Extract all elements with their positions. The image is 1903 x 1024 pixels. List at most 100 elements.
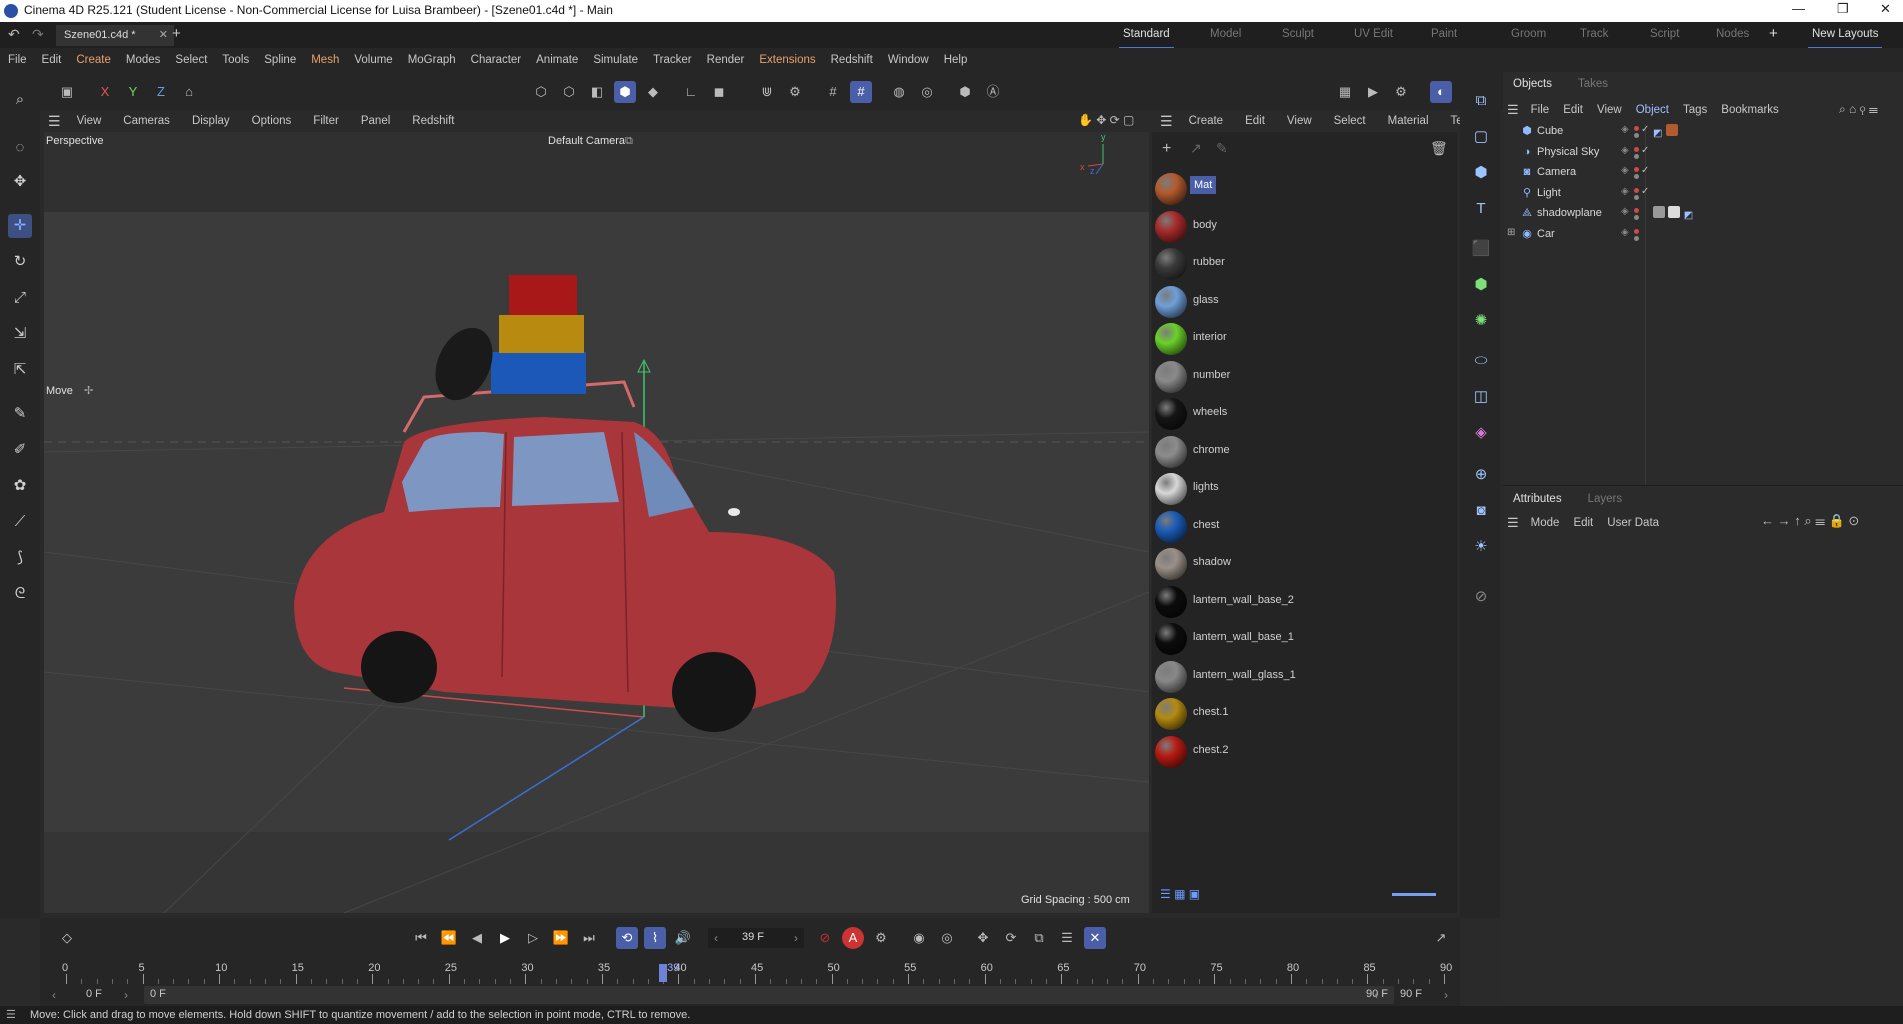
attribute-navigation-icons[interactable]: ← → ↑ ⌕ ☰ 🔒 ⊙: [1761, 513, 1859, 529]
render-visibility-dot[interactable]: [1634, 194, 1639, 200]
camera-link-icon[interactable]: ⧉: [625, 135, 633, 148]
material-item[interactable]: glass: [1152, 283, 1452, 320]
attr-menu-hamburger-icon[interactable]: ☰: [1507, 515, 1519, 531]
material-menu-select[interactable]: Select: [1334, 115, 1366, 127]
material-item[interactable]: interior: [1152, 320, 1452, 357]
material-name[interactable]: chest.1: [1193, 706, 1228, 718]
move-tool-icon[interactable]: ✛: [8, 214, 32, 238]
snap-move-icon[interactable]: ⇱: [8, 358, 32, 382]
current-frame-field[interactable]: ‹ 39 F ›: [708, 928, 804, 948]
render-settings-circle-icon[interactable]: ◎: [916, 81, 938, 103]
material-item[interactable]: lantern_wall_base_2: [1152, 583, 1452, 620]
material-item[interactable]: lights: [1152, 470, 1452, 507]
render-view-icon[interactable]: ▦: [1334, 81, 1356, 103]
material-name[interactable]: rubber: [1193, 256, 1225, 268]
material-menu-hamburger-icon[interactable]: ☰: [1160, 113, 1173, 130]
object-name[interactable]: Light: [1537, 187, 1561, 199]
object-name[interactable]: shadowplane: [1537, 207, 1602, 219]
material-size-slider[interactable]: [1392, 893, 1436, 896]
record-icon[interactable]: ⊘: [814, 927, 836, 949]
material-menu-edit[interactable]: Edit: [1245, 115, 1265, 127]
playhead[interactable]: [659, 964, 668, 982]
menu-spline[interactable]: Spline: [264, 54, 296, 66]
object-menu-bookmarks[interactable]: Bookmarks: [1721, 104, 1779, 116]
object-name[interactable]: Physical Sky: [1537, 146, 1599, 158]
camera-label[interactable]: Default Camera: [548, 135, 625, 147]
menu-mograph[interactable]: MoGraph: [408, 54, 456, 66]
render-visibility-dot[interactable]: [1634, 153, 1639, 159]
material-name[interactable]: wheels: [1193, 406, 1227, 418]
layout-tab-script[interactable]: Script: [1650, 28, 1679, 40]
material-preview-swatch[interactable]: [1155, 173, 1187, 205]
keyframe-diamond-icon[interactable]: ◇: [56, 927, 78, 949]
range-end-field[interactable]: 90 F: [1400, 988, 1422, 1000]
paint-brush-icon[interactable]: ✿: [8, 474, 32, 498]
material-name[interactable]: number: [1193, 369, 1230, 381]
redshift-render-view-icon[interactable]: ◐: [1430, 81, 1452, 103]
attr-menu-mode[interactable]: Mode: [1531, 517, 1560, 529]
brush-icon[interactable]: ⟋: [8, 510, 32, 534]
deformer-bend-icon[interactable]: ⬭: [1468, 348, 1494, 374]
3d-viewport[interactable]: Perspective Default Camera ⧉ Move ✢ y x …: [44, 132, 1149, 913]
layout-tab-nodes[interactable]: Nodes: [1716, 28, 1749, 40]
primitive-cube-icon[interactable]: ⬢: [1468, 160, 1494, 186]
expand-icon[interactable]: ⊞: [1507, 227, 1515, 238]
material-name[interactable]: lantern_wall_glass_1: [1193, 669, 1296, 681]
auto-keying-a-icon[interactable]: Ⓐ: [982, 81, 1004, 103]
object-menu-view[interactable]: View: [1597, 104, 1622, 116]
sketch-icon[interactable]: ᘓ: [8, 582, 32, 606]
tool-move-handle-icon[interactable]: ✢: [84, 384, 93, 397]
cloner-icon[interactable]: ⬢: [1468, 272, 1494, 298]
layout-tab-sculpt[interactable]: Sculpt: [1282, 28, 1314, 40]
material-preview-swatch[interactable]: [1155, 698, 1187, 730]
search-icon[interactable]: ⌕: [8, 88, 32, 112]
viewport-menu-display[interactable]: Display: [192, 115, 230, 127]
workplane-icon[interactable]: ∟: [680, 81, 702, 103]
render-settings-icon[interactable]: ⚙: [1390, 81, 1412, 103]
autokey-icon[interactable]: A: [842, 927, 864, 949]
loop-icon[interactable]: ⟲: [616, 927, 638, 949]
camera-object-icon[interactable]: ◙: [1468, 498, 1494, 524]
x-axis-lock-button[interactable]: X: [94, 81, 116, 103]
material-name[interactable]: chest.2: [1193, 744, 1228, 756]
material-name[interactable]: shadow: [1193, 556, 1231, 568]
editor-visibility-dot[interactable]: [1634, 167, 1639, 172]
material-name[interactable]: chest: [1193, 519, 1219, 531]
coordinate-system-icon[interactable]: ⌂: [178, 81, 200, 103]
restore-button[interactable]: ❐: [1837, 1, 1849, 17]
material-view-mode-icons[interactable]: ☰ ▦ ▣: [1160, 887, 1200, 901]
object-row[interactable]: ⟁ shadowplane ◈ ◩: [1503, 204, 1903, 224]
object-row[interactable]: ◙ Camera ◈ ✓: [1503, 163, 1903, 183]
layout-tab-model[interactable]: Model: [1210, 28, 1241, 40]
editor-visibility-dot[interactable]: [1634, 187, 1639, 193]
knife-icon[interactable]: ⟆: [8, 546, 32, 570]
object-tags[interactable]: ◩: [1653, 206, 1703, 221]
model-mode-icon[interactable]: ▣: [56, 81, 78, 103]
scale-tool-icon[interactable]: ⤢: [8, 286, 32, 310]
undo-icon[interactable]: ↶: [8, 26, 20, 43]
render-visibility-dot[interactable]: [1634, 215, 1639, 220]
material-item[interactable]: number: [1152, 358, 1452, 395]
key-all-icon[interactable]: ✕: [1084, 927, 1106, 949]
enabled-check-icon[interactable]: ✓: [1641, 186, 1649, 197]
object-menu-file[interactable]: File: [1531, 104, 1550, 116]
object-row[interactable]: ⚲ Light ◈ ✓: [1503, 184, 1903, 204]
viewport-navigation-icons[interactable]: ✋ ✥ ⟳ ▢: [1078, 113, 1134, 127]
menu-tracker[interactable]: Tracker: [653, 54, 692, 66]
viewport-label[interactable]: Perspective: [46, 135, 103, 147]
menu-volume[interactable]: Volume: [354, 54, 392, 66]
viewport-menu-cameras[interactable]: Cameras: [123, 115, 170, 127]
material-item[interactable]: wheels: [1152, 395, 1452, 432]
material-preview-swatch[interactable]: [1155, 248, 1187, 280]
redo-icon[interactable]: ↷: [32, 26, 44, 43]
object-tags[interactable]: ◩: [1653, 124, 1679, 139]
add-layout-icon[interactable]: +: [1769, 25, 1778, 42]
object-menu-hamburger-icon[interactable]: ☰: [1507, 102, 1519, 118]
key-scale-icon[interactable]: ✥: [972, 927, 994, 949]
minimize-button[interactable]: —: [1792, 1, 1805, 16]
text-spline-icon[interactable]: T: [1468, 196, 1494, 222]
menu-file[interactable]: File: [8, 54, 27, 66]
layer-icon[interactable]: ◈: [1621, 227, 1629, 238]
go-to-end-icon[interactable]: ⏭: [578, 927, 600, 949]
tab-layers[interactable]: Layers: [1588, 493, 1623, 505]
